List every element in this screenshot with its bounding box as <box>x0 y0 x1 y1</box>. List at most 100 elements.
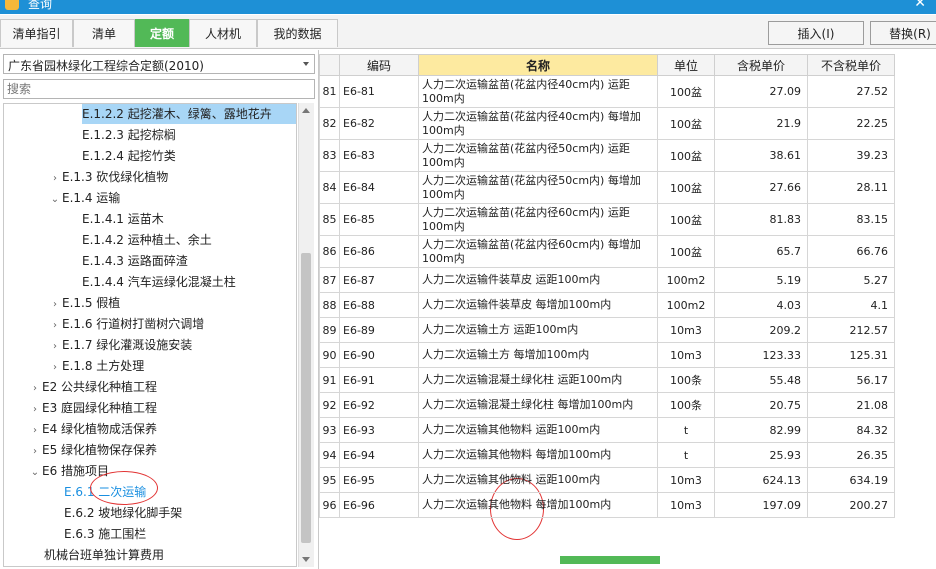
tree-item[interactable]: › E5 绿化植物保存保养 <box>28 440 157 460</box>
tree-item[interactable]: E.1.4.3 运路面碎渣 <box>82 251 188 271</box>
tree-item[interactable]: E.1.2.3 起挖棕榈 <box>82 125 176 145</box>
table-row[interactable]: 91 E6-91 人力二次运输混凝土绿化柱 运距100m内 100条 55.48 56.1… <box>319 367 895 393</box>
quota-tree: E.1.2.2 起挖灌木、绿篱、露地花卉 E.1.2.3 起挖棕榈 E.1.2.… <box>3 103 297 567</box>
col-name-header[interactable]: 名称 <box>418 54 658 76</box>
tree-scrollbar[interactable] <box>298 103 314 567</box>
name-cell: 人力二次运输混凝土绿化柱 每增加100m内 <box>418 392 658 418</box>
notax-price-cell: 84.32 <box>807 417 895 443</box>
table-row[interactable]: 89 E6-89 人力二次运输土方 运距100m内 10m3 209.2 212.57 <box>319 317 895 343</box>
tree-item[interactable]: ⌄ E.1.4 运输 <box>48 188 121 210</box>
tree-item[interactable]: › E4 绿化植物成活保养 <box>28 419 157 439</box>
unit-cell: 100盆 <box>657 139 715 172</box>
tab-my-data[interactable]: 我的数据 <box>257 19 338 47</box>
code-cell: E6-91 <box>339 367 419 393</box>
tree-item[interactable]: E.6.2 坡地绿化脚手架 <box>64 503 182 523</box>
table-row[interactable]: 82 E6-82 人力二次运输盆苗(花盆内径40cm内) 每增加100m内 100盆 2… <box>319 107 895 140</box>
tab-labor-material[interactable]: 人材机 <box>189 19 257 47</box>
chevron-right-icon[interactable]: › <box>28 421 42 441</box>
row-number: 96 <box>319 492 340 518</box>
tree-item[interactable]: › E.1.6 行道树打凿树穴调增 <box>48 314 204 334</box>
notax-price-cell: 66.76 <box>807 235 895 268</box>
code-cell: E6-96 <box>339 492 419 518</box>
name-cell: 人力二次运输其他物料 运距100m内 <box>418 417 658 443</box>
table-row[interactable]: 95 E6-95 人力二次运输其他物料 运距100m内 10m3 624.13 634.1… <box>319 467 895 493</box>
tree-item[interactable]: › E.1.5 假植 <box>48 293 120 313</box>
tree-item[interactable]: E.1.4.1 运苗木 <box>82 209 164 229</box>
replace-button[interactable]: 替换(R) <box>870 21 936 45</box>
scroll-down-icon[interactable] <box>302 557 310 562</box>
tab-bill[interactable]: 清单 <box>73 19 135 47</box>
tree-item[interactable]: E.1.2.4 起挖竹类 <box>82 146 176 166</box>
code-cell: E6-89 <box>339 317 419 343</box>
chevron-right-icon[interactable]: › <box>28 400 42 420</box>
horizontal-scroll-thumb[interactable] <box>560 556 660 564</box>
name-cell: 人力二次运输盆苗(花盆内径50cm内) 运距100m内 <box>418 139 658 172</box>
table-row[interactable]: 93 E6-93 人力二次运输其他物料 运距100m内 t 82.99 84.32 <box>319 417 895 443</box>
code-cell: E6-84 <box>339 171 419 204</box>
tree-item[interactable]: ⌄ E6 措施项目 <box>28 461 109 481</box>
code-cell: E6-92 <box>339 392 419 418</box>
notax-price-cell: 212.57 <box>807 317 895 343</box>
chevron-right-icon[interactable]: › <box>48 316 62 336</box>
chevron-down-icon[interactable] <box>303 62 309 66</box>
code-cell: E6-94 <box>339 442 419 468</box>
tree-item[interactable]: E.1.4.4 汽车运绿化混凝土柱 <box>82 272 236 292</box>
row-number: 81 <box>319 75 340 108</box>
tree-item[interactable]: › E.1.7 绿化灌溉设施安装 <box>48 335 192 355</box>
unit-cell: 100盆 <box>657 171 715 204</box>
table-row[interactable]: 84 E6-84 人力二次运输盆苗(花盆内径50cm内) 每增加100m内 100盆 2… <box>319 171 895 204</box>
name-cell: 人力二次运输件装草皮 每增加100m内 <box>418 292 658 318</box>
scroll-up-icon[interactable] <box>302 108 310 113</box>
tree-item[interactable]: E.1.2.2 起挖灌木、绿篱、露地花卉 <box>82 104 296 124</box>
search-input[interactable] <box>3 79 315 99</box>
close-icon[interactable]: ✕ <box>914 0 926 11</box>
notax-price-cell: 5.27 <box>807 267 895 293</box>
table-row[interactable]: 83 E6-83 人力二次运输盆苗(花盆内径50cm内) 运距100m内 100盆 38… <box>319 139 895 172</box>
chevron-right-icon[interactable]: › <box>28 379 42 399</box>
tax-price-cell: 38.61 <box>714 139 808 172</box>
col-unit-header[interactable]: 单位 <box>657 54 715 76</box>
chevron-right-icon[interactable]: › <box>48 169 62 189</box>
name-cell: 人力二次运输盆苗(花盆内径40cm内) 每增加100m内 <box>418 107 658 140</box>
notax-price-cell: 83.15 <box>807 203 895 236</box>
chevron-down-icon[interactable]: ⌄ <box>28 463 42 483</box>
table-row[interactable]: 81 E6-81 人力二次运输盆苗(花盆内径40cm内) 运距100m内 100盆 27… <box>319 75 895 108</box>
chevron-right-icon[interactable]: › <box>28 442 42 462</box>
col-tax-price-header[interactable]: 含税单价 <box>714 54 808 76</box>
name-cell: 人力二次运输其他物料 运距100m内 <box>418 467 658 493</box>
col-notax-price-header[interactable]: 不含税单价 <box>807 54 895 76</box>
tab-bill-guide[interactable]: 清单指引 <box>0 19 73 47</box>
tax-price-cell: 20.75 <box>714 392 808 418</box>
chevron-right-icon[interactable]: › <box>48 358 62 378</box>
insert-button[interactable]: 插入(I) <box>768 21 864 45</box>
window-title: 查询 <box>28 0 53 11</box>
col-index-header <box>319 54 340 76</box>
table-row[interactable]: 86 E6-86 人力二次运输盆苗(花盆内径60cm内) 每增加100m内 100盆 6… <box>319 235 895 268</box>
scroll-thumb[interactable] <box>301 253 311 543</box>
table-row[interactable]: 85 E6-85 人力二次运输盆苗(花盆内径60cm内) 运距100m内 100盆 81… <box>319 203 895 236</box>
tree-item[interactable]: E.6.3 施工围栏 <box>64 524 146 544</box>
table-row[interactable]: 88 E6-88 人力二次运输件装草皮 每增加100m内 100m2 4.03 4.1 <box>319 292 895 318</box>
col-code-header[interactable]: 编码 <box>339 54 419 76</box>
tree-item[interactable]: E.1.4.2 运种植土、余土 <box>82 230 212 250</box>
tree-item[interactable]: › E.1.8 土方处理 <box>48 356 144 376</box>
chevron-right-icon[interactable]: › <box>48 337 62 357</box>
tree-item[interactable]: 机械台班单独计算费用 <box>44 545 164 565</box>
library-select[interactable]: 广东省园林绿化工程综合定额(2010) <box>3 54 315 74</box>
tree-item[interactable]: › E3 庭园绿化种植工程 <box>28 398 157 418</box>
unit-cell: 100m2 <box>657 267 715 293</box>
chevron-down-icon[interactable]: ⌄ <box>48 190 62 210</box>
tax-price-cell: 5.19 <box>714 267 808 293</box>
title-bar: 查询 ✕ <box>0 0 936 14</box>
chevron-right-icon[interactable]: › <box>48 295 62 315</box>
tree-item[interactable]: › E.1.3 砍伐绿化植物 <box>48 167 168 187</box>
name-cell: 人力二次运输盆苗(花盆内径50cm内) 每增加100m内 <box>418 171 658 204</box>
tab-quota[interactable]: 定额 <box>135 19 189 47</box>
tree-item-current[interactable]: E.6.1 二次运输 <box>64 482 146 502</box>
table-row[interactable]: 87 E6-87 人力二次运输件装草皮 运距100m内 100m2 5.19 5.27 <box>319 267 895 293</box>
table-row[interactable]: 90 E6-90 人力二次运输土方 每增加100m内 10m3 123.33 125.31 <box>319 342 895 368</box>
tree-item[interactable]: › E2 公共绿化种植工程 <box>28 377 157 397</box>
table-row[interactable]: 94 E6-94 人力二次运输其他物料 每增加100m内 t 25.93 26.35 <box>319 442 895 468</box>
table-row[interactable]: 92 E6-92 人力二次运输混凝土绿化柱 每增加100m内 100条 20.75 21.… <box>319 392 895 418</box>
table-row[interactable]: 96 E6-96 人力二次运输其他物料 每增加100m内 10m3 197.09 200.… <box>319 492 895 518</box>
